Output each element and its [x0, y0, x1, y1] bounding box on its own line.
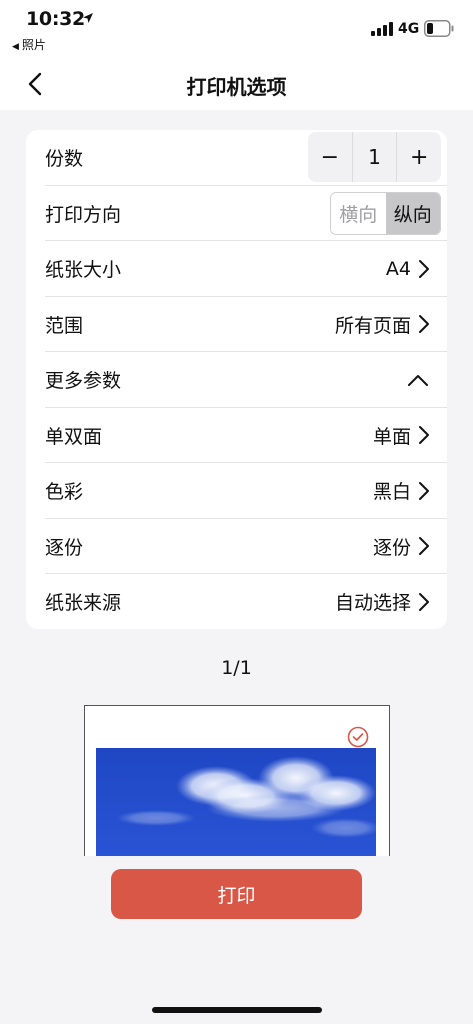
paper-size-label: 纸张大小 — [45, 259, 122, 282]
network-type: 4G — [398, 21, 420, 37]
color-label: 色彩 — [45, 481, 84, 504]
chevron-right-icon — [419, 481, 429, 500]
collate-label: 逐份 — [45, 536, 84, 559]
color-row[interactable]: 色彩 黑白 — [26, 463, 447, 519]
duplex-row[interactable]: 单双面 单面 — [26, 408, 447, 463]
orientation-label: 打印方向 — [45, 203, 122, 226]
more-options-row[interactable]: 更多参数 — [26, 352, 447, 408]
chevron-up-icon — [408, 374, 428, 386]
paper-source-label: 纸张来源 — [45, 592, 122, 615]
range-row[interactable]: 范围 所有页面 — [26, 297, 447, 352]
preview-sky-image — [96, 748, 376, 856]
duplex-label: 单双面 — [45, 425, 103, 448]
back-app-label: 照片 — [21, 38, 46, 52]
range-label: 范围 — [45, 314, 84, 337]
page-indicator: 1/1 — [221, 657, 252, 679]
collate-value: 逐份 — [372, 536, 411, 559]
more-options-label: 更多参数 — [45, 370, 122, 393]
copies-label: 份数 — [45, 148, 84, 171]
check-circle-icon[interactable] — [347, 726, 369, 748]
collate-row[interactable]: 逐份 逐份 — [26, 519, 447, 574]
copies-row: 份数 − 1 + — [26, 130, 447, 186]
print-options-card: 份数 − 1 + 打印方向 横向 纵向 纸张大小 A4 范围 所有页面 更多参数… — [26, 130, 447, 629]
status-time: 10:32 — [26, 8, 85, 30]
status-bar: 10:32 ◀ 照片 4G — [0, 0, 473, 58]
paper-source-row[interactable]: 纸张来源 自动选择 — [26, 574, 447, 629]
paper-source-value: 自动选择 — [334, 592, 411, 615]
chevron-right-icon — [419, 315, 429, 334]
chevron-right-icon — [419, 259, 429, 278]
chevron-right-icon — [419, 426, 429, 445]
chevron-right-icon — [419, 537, 429, 556]
signal-icon — [371, 22, 393, 36]
duplex-value: 单面 — [372, 425, 411, 448]
orientation-segmented-control: 横向 纵向 — [330, 191, 441, 235]
copies-value: 1 — [351, 132, 398, 182]
print-preview[interactable] — [84, 705, 390, 856]
battery-icon — [424, 20, 454, 37]
decrement-button[interactable]: − — [308, 132, 352, 182]
print-button[interactable]: 打印 — [111, 869, 362, 919]
range-value: 所有页面 — [334, 314, 411, 337]
location-arrow-icon — [83, 13, 93, 23]
orientation-row: 打印方向 横向 纵向 — [26, 186, 447, 241]
back-to-app-link[interactable]: ◀ 照片 — [12, 36, 46, 53]
landscape-option[interactable]: 横向 — [331, 192, 386, 234]
page-title: 打印机选项 — [186, 75, 287, 99]
paper-size-value: A4 — [385, 257, 411, 280]
back-triangle-icon: ◀ — [12, 42, 19, 52]
chevron-right-icon — [419, 592, 429, 611]
copies-stepper: − 1 + — [308, 132, 441, 182]
increment-button[interactable]: + — [397, 132, 441, 182]
portrait-option[interactable]: 纵向 — [385, 192, 440, 234]
home-indicator — [152, 1007, 322, 1013]
color-value: 黑白 — [372, 481, 411, 504]
paper-size-row[interactable]: 纸张大小 A4 — [26, 241, 447, 297]
nav-bar: 打印机选项 — [0, 58, 473, 110]
